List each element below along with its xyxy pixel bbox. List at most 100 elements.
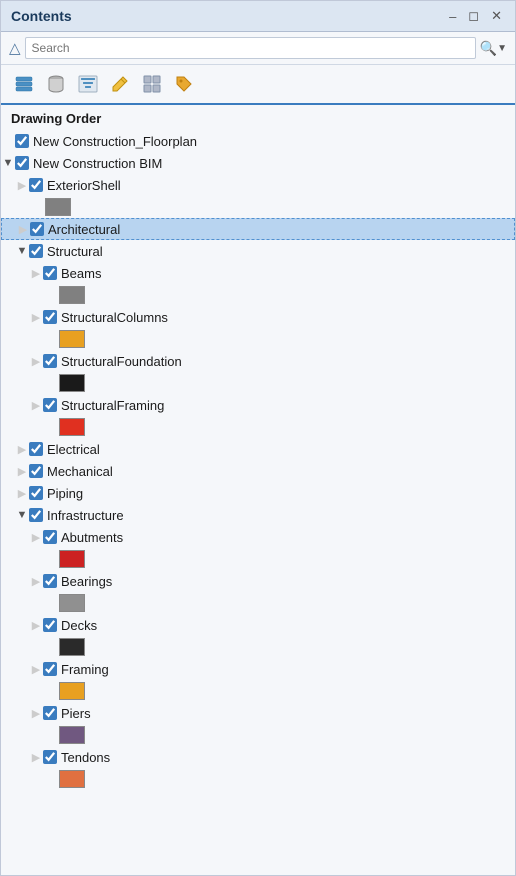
search-input[interactable] [25,37,476,59]
expander-icon[interactable]: ▶ [15,465,29,478]
funnel-icon[interactable]: △ [9,39,21,57]
indent-spacer [15,680,29,702]
item-checkbox-exterior-shell[interactable] [29,178,43,192]
tree-row-bearings[interactable]: ▶ Bearings [1,570,515,592]
color-swatch-beams[interactable] [59,286,85,304]
tree-row-infrastructure[interactable]: ▼Infrastructure [1,504,515,526]
item-checkbox-electrical[interactable] [29,442,43,456]
tree-row-abutments[interactable]: ▶Abutments [1,526,515,548]
expander-icon[interactable]: ▶ [15,179,29,192]
indent-spacer [29,328,43,350]
tree-row-exterior-shell[interactable]: ▶ExteriorShell [1,174,515,196]
edit-tool-button[interactable] [107,71,133,97]
tree-row-structural-columns[interactable]: ▶StructuralColumns [1,306,515,328]
expander-icon[interactable]: ▶ [29,531,43,544]
color-swatch-exterior-shell[interactable] [45,198,71,216]
item-label-electrical: Electrical [47,442,515,457]
item-checkbox-structural-foundation[interactable] [43,354,57,368]
dropdown-icon: ▼ [497,43,507,54]
tree-row-electrical[interactable]: ▶ Electrical [1,438,515,460]
indent-spacer [1,284,15,306]
indent-spacer [15,592,29,614]
tree-item-framing: ▶Framing [1,658,515,702]
indent-spacer [15,548,29,570]
item-checkbox-structural-framing[interactable] [43,398,57,412]
item-label-beams: Beams [61,266,515,281]
tree-row-structural[interactable]: ▼Structural [1,240,515,262]
section-label: Drawing Order [1,105,515,130]
item-checkbox-infrastructure[interactable] [29,508,43,522]
item-checkbox-architectural[interactable] [30,222,44,236]
color-swatch-structural-framing[interactable] [59,418,85,436]
search-button[interactable]: 🔍 ▼ [480,40,507,57]
expander-icon[interactable]: ▶ [15,443,29,456]
color-swatch-structural-columns[interactable] [59,330,85,348]
close-button[interactable]: ✕ [488,7,505,25]
item-checkbox-bearings[interactable] [43,574,57,588]
database-tool-button[interactable] [43,71,69,97]
color-swatch-tendons[interactable] [59,770,85,788]
item-checkbox-new-construction-bim[interactable] [15,156,29,170]
item-checkbox-beams[interactable] [43,266,57,280]
expander-icon[interactable]: ▶ [16,223,30,236]
color-swatch-piers[interactable] [59,726,85,744]
tree-row-tendons[interactable]: ▶Tendons [1,746,515,768]
item-checkbox-new-construction-floorplan[interactable] [15,134,29,148]
expander-icon[interactable]: ▶ [29,619,43,632]
color-swatch-bearings[interactable] [59,594,85,612]
tree-row-structural-framing[interactable]: ▶StructuralFraming [1,394,515,416]
item-checkbox-structural-columns[interactable] [43,310,57,324]
expander-icon[interactable]: ▶ [29,575,43,588]
tree-row-new-construction-bim[interactable]: ▼New Construction BIM [1,152,515,174]
indent-spacer [1,372,15,394]
color-swatch-structural-foundation[interactable] [59,374,85,392]
tree-row-structural-foundation[interactable]: ▶StructuralFoundation [1,350,515,372]
item-checkbox-tendons[interactable] [43,750,57,764]
item-checkbox-framing[interactable] [43,662,57,676]
tree-container[interactable]: New Construction_Floorplan▼New Construct… [1,130,515,875]
item-checkbox-piping[interactable] [29,486,43,500]
tree-row-framing[interactable]: ▶Framing [1,658,515,680]
expander-icon[interactable]: ▶ [29,267,43,280]
expander-icon[interactable]: ▼ [15,509,29,521]
item-label-bearings: Bearings [61,574,515,589]
item-checkbox-decks[interactable] [43,618,57,632]
expander-icon[interactable]: ▶ [29,355,43,368]
item-checkbox-piers[interactable] [43,706,57,720]
expander-icon[interactable]: ▶ [29,707,43,720]
item-checkbox-structural[interactable] [29,244,43,258]
expander-icon[interactable]: ▶ [29,751,43,764]
tree-row-piping[interactable]: ▶Piping [1,482,515,504]
children-container-infrastructure: ▶Abutments▶Bearings▶Decks▶Framing▶Piers▶… [1,526,515,790]
tree-row-decks[interactable]: ▶ Decks [1,614,515,636]
tree-item-infrastructure: ▼Infrastructure▶Abutments▶Bearings▶Decks… [1,504,515,790]
color-swatch-decks[interactable] [59,638,85,656]
indent-spacer [29,372,43,394]
tree-row-beams[interactable]: ▶ Beams [1,262,515,284]
tree-row-piers[interactable]: ▶Piers [1,702,515,724]
color-swatch-framing[interactable] [59,682,85,700]
expander-icon[interactable]: ▼ [1,157,15,169]
grid-tool-button[interactable] [139,71,165,97]
item-checkbox-mechanical[interactable] [29,464,43,478]
tree-item-decks: ▶ Decks [1,614,515,658]
restore-button[interactable]: ◻ [465,7,482,25]
item-label-decks: Decks [61,618,515,633]
swatch-row-structural-columns [1,328,515,350]
tree-row-architectural[interactable]: ▶Architectural [1,218,515,240]
item-checkbox-abutments[interactable] [43,530,57,544]
tree-row-new-construction-floorplan[interactable]: New Construction_Floorplan [1,130,515,152]
expander-icon[interactable]: ▼ [15,245,29,257]
tree-row-mechanical[interactable]: ▶Mechanical [1,460,515,482]
expander-icon[interactable]: ▶ [29,399,43,412]
expander-icon[interactable]: ▶ [29,663,43,676]
filter-tool-button[interactable] [75,71,101,97]
layers-tool-button[interactable] [11,71,37,97]
expander-icon[interactable]: ▶ [29,311,43,324]
swatch-row-tendons [1,768,515,790]
color-swatch-abutments[interactable] [59,550,85,568]
indent-spacer [15,768,29,790]
minimize-button[interactable]: – [446,8,459,25]
expander-icon[interactable]: ▶ [15,487,29,500]
tag-tool-button[interactable] [171,71,197,97]
